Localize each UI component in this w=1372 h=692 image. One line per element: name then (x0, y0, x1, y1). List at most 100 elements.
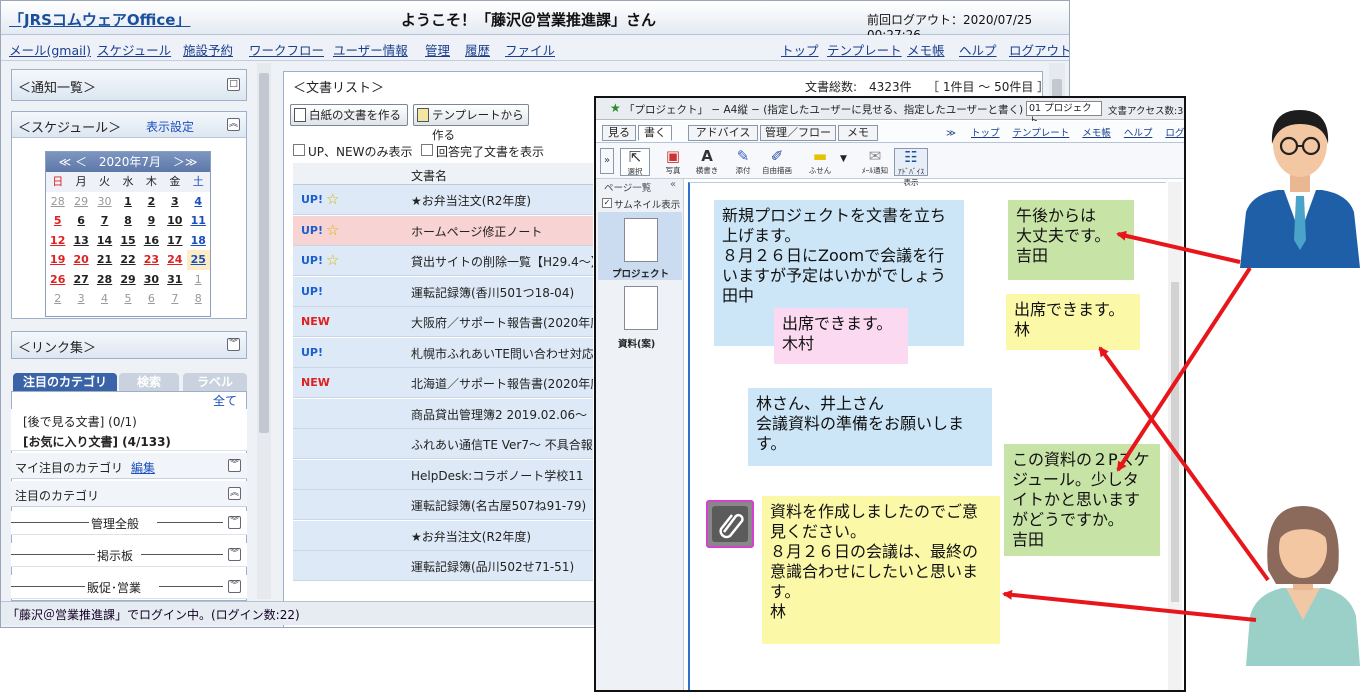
table-row[interactable]: UP! 運転記録簿(香川501つ18-04) (293, 276, 593, 307)
table-row[interactable]: 商品貸出管理簿2 2019.02.06〜 (293, 398, 593, 429)
table-row[interactable]: UP! ☆ 貸出サイトの削除一覧【H29.4〜】 (293, 246, 593, 276)
star-icon[interactable]: ☆ (326, 190, 339, 208)
calendar-day[interactable]: 23 (140, 250, 163, 270)
table-row[interactable]: UP! ☆ ホームページ修正ノート (293, 215, 593, 246)
table-row[interactable]: ★お弁当注文(R2年度) (293, 520, 593, 551)
category-sales[interactable]: 販促･営業 ︾ (11, 575, 247, 599)
tab-label[interactable]: ラベル (183, 373, 247, 391)
display-settings-link[interactable]: 表示設定 (146, 118, 194, 135)
calendar-day[interactable]: 17 (163, 231, 186, 251)
up-new-only-checkbox[interactable] (293, 144, 305, 156)
canvas-scrollbar[interactable] (1168, 182, 1182, 690)
page-select[interactable]: 01 プロジェクト (1026, 101, 1102, 127)
menu-facility[interactable]: 施設予約 (183, 40, 233, 59)
menu-memo[interactable]: メモ帳 (907, 40, 945, 59)
left-scroll-thumb[interactable] (259, 73, 269, 433)
table-row[interactable]: NEW 大阪府／サポート報告書(2020年度) (293, 307, 593, 337)
table-row[interactable]: UP! 札幌市ふれあいTE問い合わせ対応 (293, 337, 593, 368)
calendar-day[interactable]: 31 (163, 270, 186, 290)
calendar-day[interactable]: 8 (187, 289, 210, 309)
document-title[interactable]: 札幌市ふれあいTE問い合わせ対応 (411, 345, 593, 362)
calendar-day[interactable]: 19 (46, 250, 69, 270)
menu-user-info[interactable]: ユーザー情報 (333, 40, 408, 59)
page-thumb-material[interactable] (624, 286, 658, 330)
sticky-note-kimura[interactable]: 出席できます。 木村 (774, 308, 908, 364)
expand-icon[interactable]: ︾ (228, 580, 241, 593)
tab-advice[interactable]: アドバイス (688, 125, 758, 141)
left-scrollbar[interactable] (257, 63, 271, 599)
calendar-day[interactable]: 21 (93, 250, 116, 270)
tab-focus-category[interactable]: 注目のカテゴリ (13, 373, 117, 391)
tool-sticky[interactable]: ▬ ふせん (802, 148, 838, 176)
table-row[interactable]: NEW 北海道／サポート報告書(2020年度) (293, 368, 593, 398)
document-title[interactable]: 運転記録簿(香川501つ18-04) (411, 284, 593, 301)
calendar-day[interactable]: 22 (116, 250, 139, 270)
calendar-day[interactable]: 2 (46, 289, 69, 309)
tool-mail-notify[interactable]: ✉ ﾒｰﾙ通知 (858, 148, 892, 176)
tab-write[interactable]: 書く (638, 125, 672, 141)
document-title[interactable]: ホームページ修正ノート (411, 223, 593, 240)
calendar-day[interactable]: 15 (116, 231, 139, 251)
edit-link[interactable]: 編集 (131, 459, 155, 476)
page-thumb-project[interactable] (624, 218, 658, 262)
all-link[interactable]: 全て (213, 392, 237, 409)
menu-mail[interactable]: メール(gmail) (9, 40, 91, 59)
document-title[interactable]: 貸出サイトの削除一覧【H29.4〜】 (411, 253, 593, 270)
calendar-day[interactable]: 29 (116, 270, 139, 290)
note-link-top[interactable]: トップ (971, 128, 1000, 139)
expand-sidebar-icon[interactable]: » (600, 148, 614, 174)
calendar-day[interactable]: 12 (46, 231, 69, 251)
calendar-next[interactable]: ＞≫ (173, 155, 198, 169)
calendar-day[interactable]: 5 (116, 289, 139, 309)
expand-icon[interactable]: ︾ (228, 548, 241, 561)
calendar-day[interactable]: 26 (46, 270, 69, 290)
menu-admin[interactable]: 管理 (425, 40, 450, 59)
document-title[interactable]: 商品貸出管理簿2 2019.02.06〜 (411, 406, 593, 423)
menu-workflow[interactable]: ワークフロー (249, 40, 324, 59)
tab-search[interactable]: 検索 (119, 373, 179, 391)
document-title[interactable]: HelpDesk:コラボノート学校11 (411, 467, 593, 484)
calendar-day[interactable]: 14 (93, 231, 116, 251)
document-title[interactable]: 運転記録簿(品川502せ71-51) (411, 558, 593, 575)
calendar-day[interactable]: 1 (116, 192, 139, 212)
calendar-day[interactable]: 30 (140, 270, 163, 290)
star-icon[interactable]: ☆ (326, 251, 339, 269)
calendar-day[interactable]: 11 (187, 211, 210, 231)
show-completed-checkbox[interactable] (421, 144, 433, 156)
attachment-paperclip-icon[interactable] (706, 500, 754, 548)
calendar-day[interactable]: 24 (163, 250, 186, 270)
document-title[interactable]: ★お弁当注文(R2年度) (411, 528, 593, 545)
note-link-template[interactable]: テンプレート (1013, 128, 1070, 139)
collapse-down-icon[interactable]: ︾ (228, 459, 241, 472)
calendar-day[interactable]: 3 (163, 192, 186, 212)
note-link-memo[interactable]: メモ帳 (1082, 128, 1111, 139)
table-row[interactable]: HelpDesk:コラボノート学校11 (293, 459, 593, 490)
sticky-note-hayashi-1[interactable]: 出席できます。 林 (1006, 294, 1140, 350)
calendar-day[interactable]: 16 (140, 231, 163, 251)
category-admin[interactable]: 管理全般 ︾ (11, 511, 247, 535)
sticky-note-yoshida-2[interactable]: この資料の２Pスケジュール。少しタイトかと思いますがどうですか。 吉田 (1004, 444, 1160, 556)
calendar-day[interactable]: 4 (93, 289, 116, 309)
expand-icon[interactable]: ︾ (228, 516, 241, 529)
calendar-day[interactable]: 9 (140, 211, 163, 231)
document-title[interactable]: ふれあい通信TE Ver7〜 不具合報告 (411, 436, 593, 453)
document-title[interactable]: 北海道／サポート報告書(2020年度) (411, 375, 593, 392)
sticky-dropdown-icon[interactable]: ▼ (840, 154, 847, 164)
calendar-day[interactable]: 18 (187, 231, 210, 251)
favorite-docs-row[interactable]: [お気に入り文書] (4/133) (11, 429, 247, 451)
menu-top[interactable]: トップ (781, 40, 819, 59)
tool-horizontal-text[interactable]: A 横書き (692, 148, 722, 176)
tool-advice-display[interactable]: ☷ ｱﾄﾞﾊﾞｲｽ表示 (894, 148, 928, 187)
calendar-day[interactable]: 6 (69, 211, 92, 231)
table-row[interactable]: ふれあい通信TE Ver7〜 不具合報告 (293, 429, 593, 459)
note-link-help[interactable]: ヘルプ (1124, 128, 1153, 139)
sticky-note-yoshida-1[interactable]: 午後からは 大丈夫です。 吉田 (1008, 200, 1134, 280)
calendar-day[interactable]: 2 (140, 192, 163, 212)
menu-help[interactable]: ヘルプ (959, 40, 997, 59)
document-title[interactable]: 運転記録簿(名古屋507ね91-79) (411, 497, 593, 514)
tab-flow[interactable]: 管理／フロー (760, 125, 836, 141)
calendar-day[interactable]: 6 (140, 289, 163, 309)
calendar-day[interactable]: 5 (46, 211, 69, 231)
calendar-day[interactable]: 25 (186, 250, 210, 270)
tab-memo[interactable]: メモ (838, 125, 878, 141)
